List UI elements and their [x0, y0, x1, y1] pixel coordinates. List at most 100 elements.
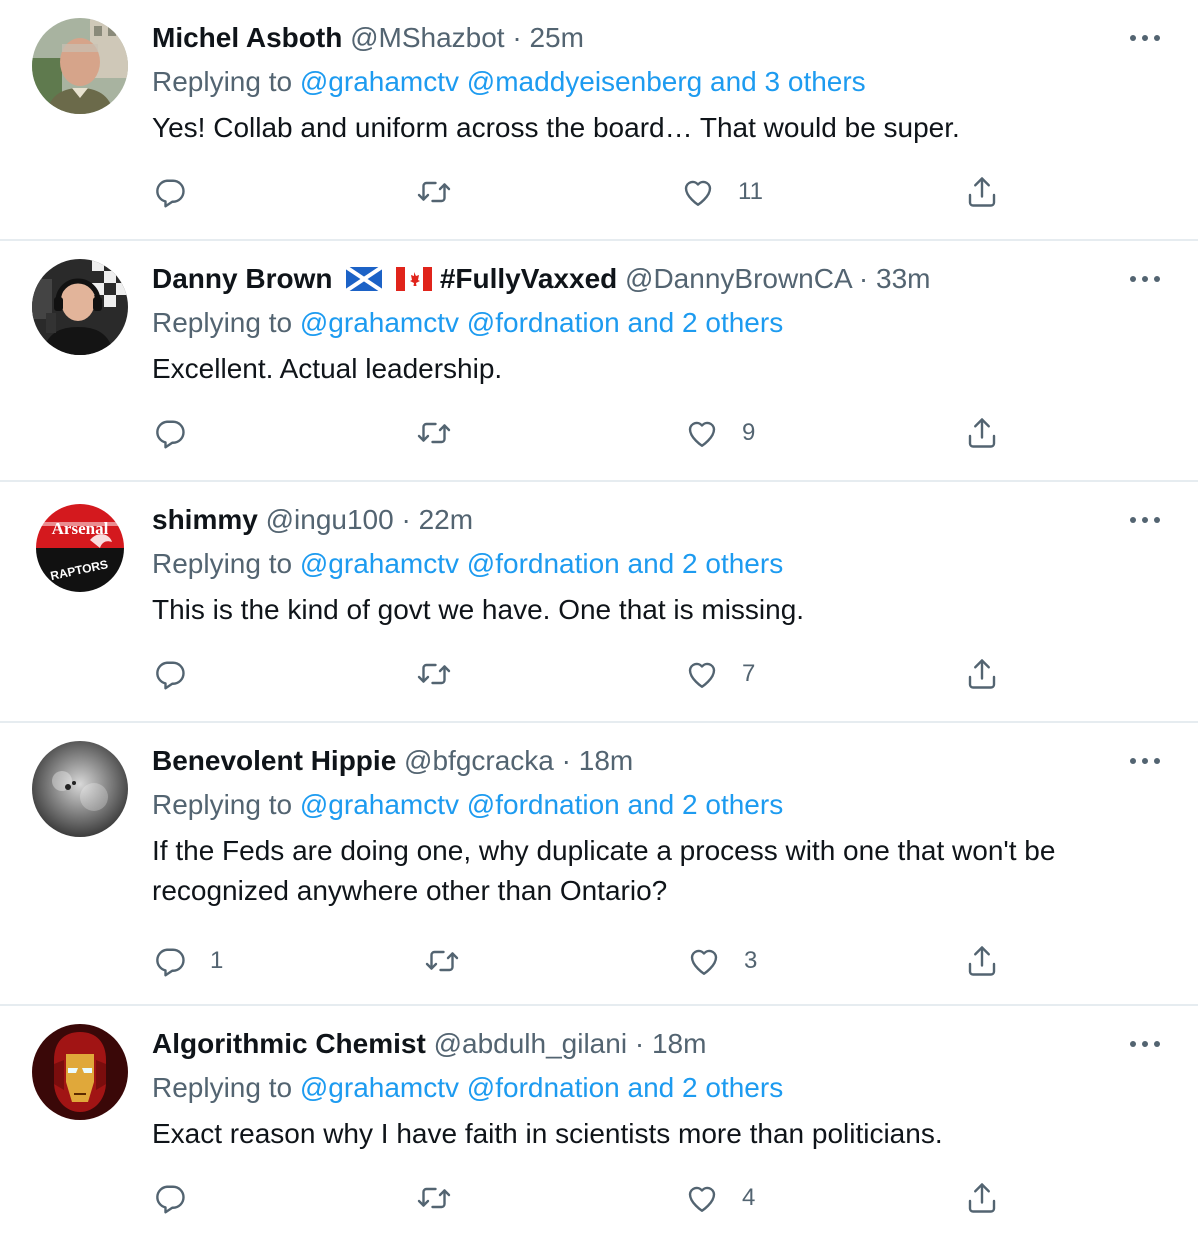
canada-flag-icon — [396, 267, 433, 291]
replying-to: Replying to @grahamctv @maddyeisenberg a… — [152, 64, 866, 100]
replying-to: Replying to @grahamctv @fordnation and 2… — [152, 546, 783, 582]
tweet-text: This is the kind of govt we have. One th… — [152, 594, 805, 625]
like-icon — [680, 174, 716, 210]
tweet[interactable]: Algorithmic Chemist @abdulh_gilani · 18m… — [0, 1006, 1198, 1247]
share-button[interactable] — [964, 413, 1000, 453]
retweet-button[interactable] — [416, 1178, 474, 1218]
share-icon — [964, 943, 1000, 979]
separator: · — [858, 263, 869, 294]
display-name[interactable]: Danny Brown — [152, 263, 332, 294]
timestamp[interactable]: 22m — [419, 504, 473, 535]
tweet-header: Algorithmic Chemist @abdulh_gilani · 18m — [152, 1026, 706, 1062]
share-button[interactable] — [964, 172, 1000, 212]
tweet-actions: 9 — [152, 413, 1198, 453]
display-name-hashtag[interactable]: #FullyVaxxed — [440, 263, 617, 294]
tweet-actions: 11 — [152, 172, 1198, 212]
replying-to: Replying to @grahamctv @fordnation and 2… — [152, 305, 783, 341]
timestamp[interactable]: 33m — [876, 263, 930, 294]
display-name[interactable]: shimmy — [152, 504, 258, 535]
like-button[interactable]: 4 — [684, 1178, 755, 1218]
tweet-header: shimmy @ingu100 · 22m — [152, 502, 473, 538]
display-name[interactable]: Michel Asboth — [152, 22, 342, 53]
retweet-icon — [416, 656, 452, 692]
replying-prefix: Replying to — [152, 66, 300, 97]
like-icon — [686, 943, 722, 979]
more-icon[interactable] — [1128, 751, 1162, 771]
mention-links[interactable]: @grahamctv @maddyeisenberg and 3 others — [300, 66, 866, 97]
user-handle[interactable]: @abdulh_gilani — [434, 1028, 627, 1059]
more-icon[interactable] — [1128, 269, 1162, 289]
avatar[interactable] — [32, 741, 128, 837]
share-button[interactable] — [964, 1178, 1000, 1218]
tweet-header: Danny Brown #FullyVaxxed @DannyBrownCA ·… — [152, 261, 930, 297]
mention-links[interactable]: @grahamctv @fordnation and 2 others — [300, 789, 783, 820]
reply-icon — [152, 174, 188, 210]
timestamp[interactable]: 18m — [652, 1028, 706, 1059]
scotland-flag-icon — [346, 267, 383, 291]
reply-button[interactable]: 1 — [152, 941, 223, 981]
more-icon[interactable] — [1128, 510, 1162, 530]
separator: · — [561, 745, 571, 776]
reply-button[interactable] — [152, 1178, 210, 1218]
more-icon[interactable] — [1128, 1034, 1162, 1054]
like-count: 9 — [742, 419, 756, 446]
avatar[interactable] — [32, 18, 128, 114]
like-button[interactable]: 3 — [686, 941, 757, 981]
reply-icon — [152, 943, 188, 979]
display-name[interactable]: Benevolent Hippie — [152, 745, 396, 776]
like-button[interactable]: 7 — [684, 654, 755, 694]
timestamp[interactable]: 18m — [579, 745, 633, 776]
reply-button[interactable] — [152, 413, 210, 453]
retweet-icon — [416, 415, 452, 451]
share-icon — [964, 1180, 1000, 1216]
share-button[interactable] — [964, 654, 1000, 694]
mention-links[interactable]: @grahamctv @fordnation and 2 others — [300, 548, 783, 579]
like-button[interactable]: 9 — [684, 413, 755, 453]
reply-button[interactable] — [152, 654, 210, 694]
tweet-actions: 7 — [152, 654, 1198, 694]
retweet-button[interactable] — [416, 413, 474, 453]
like-count: 3 — [744, 947, 758, 974]
mention-links[interactable]: @grahamctv @fordnation and 2 others — [300, 307, 783, 338]
retweet-button[interactable] — [424, 941, 482, 981]
reply-button[interactable] — [152, 172, 210, 212]
avatar[interactable] — [32, 259, 128, 355]
like-count: 7 — [742, 660, 756, 687]
reply-timeline: Michel Asboth @MShazbot · 25m Replying t… — [0, 0, 1198, 1247]
like-button[interactable]: 11 — [680, 172, 763, 212]
reply-icon — [152, 656, 188, 692]
share-button[interactable] — [964, 941, 1000, 981]
mention-links[interactable]: @grahamctv @fordnation and 2 others — [300, 1072, 783, 1103]
tweet[interactable]: Danny Brown #FullyVaxxed @DannyBrownCA ·… — [0, 241, 1198, 482]
retweet-icon — [424, 943, 460, 979]
retweet-button[interactable] — [416, 654, 474, 694]
timestamp[interactable]: 25m — [529, 22, 583, 53]
tweet-text: Yes! Collab and uniform across the board… — [152, 112, 960, 143]
retweet-button[interactable] — [416, 172, 474, 212]
tweet-header: Benevolent Hippie @bfgcracka · 18m — [152, 743, 633, 779]
replying-prefix: Replying to — [152, 307, 300, 338]
avatar[interactable]: Arsenal RAPTORS — [32, 500, 128, 596]
share-icon — [964, 415, 1000, 451]
avatar[interactable] — [32, 1024, 128, 1120]
replying-prefix: Replying to — [152, 548, 300, 579]
more-icon[interactable] — [1128, 28, 1162, 48]
user-handle[interactable]: @bfgcracka — [404, 745, 554, 776]
separator: · — [634, 1028, 645, 1059]
replying-to: Replying to @grahamctv @fordnation and 2… — [152, 1070, 783, 1106]
replying-prefix: Replying to — [152, 1072, 300, 1103]
tweet[interactable]: Benevolent Hippie @bfgcracka · 18m Reply… — [0, 723, 1198, 1006]
tweet-text: Exact reason why I have faith in scienti… — [152, 1118, 943, 1149]
user-handle[interactable]: @DannyBrownCA — [625, 263, 851, 294]
like-count: 11 — [738, 178, 763, 205]
replying-prefix: Replying to — [152, 789, 300, 820]
tweet-actions: 4 — [152, 1178, 1198, 1218]
user-handle[interactable]: @ingu100 — [266, 504, 394, 535]
user-handle[interactable]: @MShazbot — [350, 22, 505, 53]
share-icon — [964, 174, 1000, 210]
reply-icon — [152, 415, 188, 451]
tweet[interactable]: Arsenal RAPTORS shimmy @ingu100 · 22m Re… — [0, 482, 1198, 723]
share-icon — [964, 656, 1000, 692]
display-name[interactable]: Algorithmic Chemist — [152, 1028, 426, 1059]
tweet[interactable]: Michel Asboth @MShazbot · 25m Replying t… — [0, 0, 1198, 241]
